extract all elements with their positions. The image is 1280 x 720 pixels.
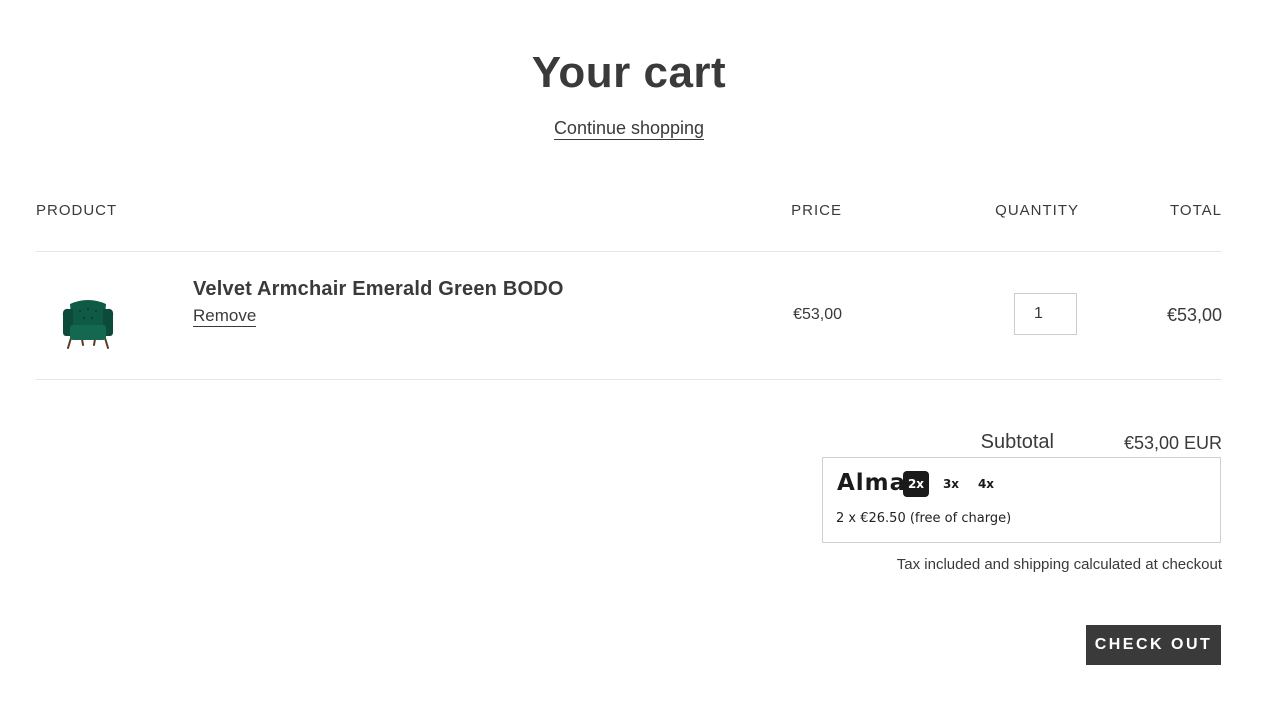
- subtotal-value: €53,00 EUR: [1123, 433, 1222, 453]
- item-price: €53,00: [793, 306, 842, 323]
- continue-shopping-link-wrapper: Continue shopping: [0, 118, 1258, 140]
- checkout-button[interactable]: CHECK OUT: [1086, 625, 1221, 665]
- subtotal-label: Subtotal: [980, 431, 1054, 453]
- column-header-price: PRICE: [791, 202, 842, 219]
- continue-shopping-link[interactable]: Continue shopping: [553, 118, 705, 140]
- column-header-product: PRODUCT: [36, 202, 118, 219]
- remove-item-link[interactable]: Remove: [193, 306, 257, 327]
- column-header-quantity: QUANTITY: [995, 202, 1079, 219]
- item-total: €53,00: [1166, 305, 1222, 325]
- divider-bottom: [36, 379, 1222, 380]
- remove-link-wrapper: Remove: [193, 306, 257, 327]
- quantity-input[interactable]: [1014, 293, 1077, 335]
- product-thumbnail[interactable]: [58, 294, 118, 352]
- alma-option-4x[interactable]: 4x: [973, 471, 999, 497]
- tax-shipping-note: Tax included and shipping calculated at …: [896, 556, 1222, 573]
- alma-option-2x[interactable]: 2x: [903, 471, 929, 497]
- alma-installments-widget[interactable]: Alma 2x 3x 4x 2 x €26.50 (free of charge…: [822, 457, 1221, 543]
- alma-plan-text: 2 x €26.50 (free of charge): [836, 511, 1012, 526]
- alma-option-3x[interactable]: 3x: [938, 471, 964, 497]
- product-name[interactable]: Velvet Armchair Emerald Green BODO: [193, 278, 564, 301]
- page-title: Your cart: [531, 48, 727, 97]
- armchair-icon: [62, 300, 114, 349]
- column-header-total: TOTAL: [1170, 202, 1222, 219]
- divider-top: [36, 251, 1222, 252]
- alma-logo: Alma: [837, 470, 907, 496]
